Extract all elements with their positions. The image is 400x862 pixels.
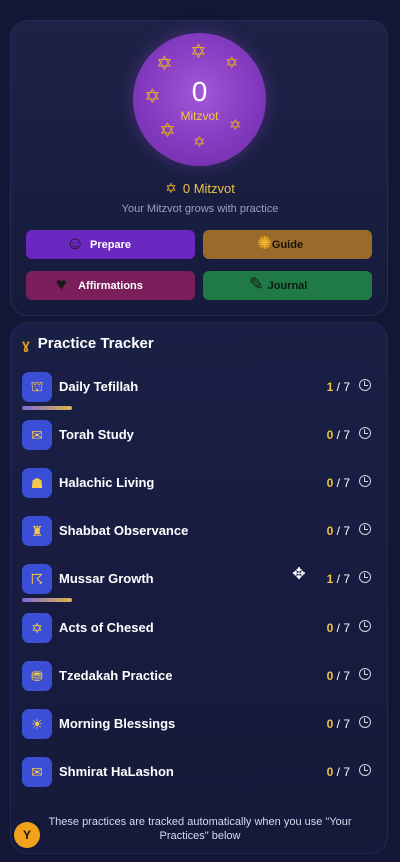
practice-total: / 7 [336, 621, 350, 635]
tracker-logo-icon: ɣ [22, 335, 30, 352]
history-clock-icon[interactable] [359, 379, 371, 391]
practice-row[interactable]: ⛫ Daily Tefillah 1 / 7 [22, 370, 378, 410]
mitzvot-count: 0 [191, 76, 208, 107]
mitzvot-summary: ✡ 0 Mitzvot [165, 180, 235, 196]
practice-name: Daily Tefillah [59, 379, 139, 394]
prepare-button[interactable]: ☺ Prepare [26, 230, 195, 259]
practice-count: 0 / 7 [327, 669, 350, 683]
practice-name: Acts of Chesed [59, 620, 154, 635]
practice-total: / 7 [336, 717, 350, 731]
practice-count: 0 / 7 [327, 428, 350, 442]
practice-done: 1 [326, 380, 334, 394]
mitzvot-label: Mitzvot [180, 109, 219, 123]
practice-count: 0 / 7 [327, 765, 350, 779]
practice-row[interactable]: ♜ Shabbat Observance 0 / 7 [22, 514, 378, 548]
practice-progress-bar [22, 598, 378, 602]
practice-progress-fill [22, 406, 72, 410]
move-cursor-icon: ✥ [292, 566, 306, 583]
practice-icon: ⛃ [22, 661, 52, 691]
practice-icon: ✉ [22, 420, 52, 450]
history-clock-icon[interactable] [359, 523, 371, 535]
star-of-david-icon: ✡ [193, 134, 206, 151]
star-of-david-icon: ✡ [225, 55, 239, 72]
practice-name: Tzedakah Practice [59, 668, 173, 683]
practice-done: 1 [326, 572, 334, 586]
practice-icon: ☀ [22, 709, 52, 739]
practice-done: 0 [326, 765, 334, 779]
practice-tracker-title: Practice Tracker [37, 335, 154, 352]
practice-tracker-header: ɣ Practice Tracker [22, 335, 154, 352]
history-clock-icon[interactable] [359, 668, 371, 680]
user-avatar[interactable]: Y [14, 822, 40, 848]
history-clock-icon[interactable] [359, 620, 371, 632]
practice-total: / 7 [336, 524, 350, 538]
history-clock-icon[interactable] [359, 571, 371, 583]
affirmations-button[interactable]: ♥ Affirmations [26, 271, 195, 300]
practice-count: 0 / 7 [327, 717, 350, 731]
history-clock-icon[interactable] [359, 475, 371, 487]
practice-total: / 7 [336, 572, 350, 586]
practice-done: 0 [326, 524, 334, 538]
practice-row[interactable]: ☗ Halachic Living 0 / 7 [22, 466, 378, 500]
practice-row[interactable]: ✉ Shmirat HaLashon 0 / 7 [22, 755, 378, 789]
practice-count: 0 / 7 [327, 524, 350, 538]
practice-total: / 7 [336, 669, 350, 683]
practice-total: / 7 [336, 476, 350, 490]
journal-button[interactable]: ✎ Journal [203, 271, 372, 300]
practice-row[interactable]: ⛃ Tzedakah Practice 0 / 7 [22, 659, 378, 693]
practice-icon: ⛫ [22, 372, 52, 402]
practice-name: Shmirat HaLashon [59, 764, 174, 779]
star-of-david-icon: ✡ [159, 120, 176, 142]
practice-progress-bar [22, 406, 378, 410]
practice-icon: ♜ [22, 516, 52, 546]
star-of-david-icon: ✡ [190, 41, 207, 63]
star-of-david-icon: ✡ [165, 180, 177, 196]
mitzvot-subtitle: Your Mitzvot grows with practice [121, 203, 279, 215]
practice-progress-fill [22, 598, 72, 602]
guide-button[interactable]: ✺ Guide [203, 230, 372, 259]
practice-name: Mussar Growth [59, 571, 154, 586]
history-clock-icon[interactable] [359, 716, 371, 728]
practice-name: Halachic Living [59, 475, 155, 490]
practice-count: 1 / 7 [327, 572, 350, 586]
practice-icon: ✉ [22, 757, 52, 787]
history-clock-icon[interactable] [359, 427, 371, 439]
affirmations-icon: ♥ [56, 274, 67, 294]
journal-icon: ✎ [249, 274, 265, 294]
practice-count: 0 / 7 [327, 621, 350, 635]
practice-total: / 7 [336, 428, 350, 442]
history-clock-icon[interactable] [359, 764, 371, 776]
practice-done: 0 [326, 717, 334, 731]
practice-row[interactable]: ☀ Morning Blessings 0 / 7 [22, 707, 378, 741]
guide-icon: ✺ [257, 233, 273, 253]
practice-done: 0 [326, 476, 334, 490]
practice-name: Shabbat Observance [59, 523, 189, 538]
practice-name: Torah Study [59, 427, 134, 442]
practice-done: 0 [326, 621, 334, 635]
practice-name: Morning Blessings [59, 716, 176, 731]
star-of-david-icon: ✡ [156, 53, 173, 75]
practice-row[interactable]: ☈ Mussar Growth 1 / 7 [22, 562, 378, 602]
practice-done: 0 [326, 428, 334, 442]
practice-row[interactable]: ✉ Torah Study 0 / 7 [22, 418, 378, 452]
practice-row[interactable]: ✡ Acts of Chesed 0 / 7 [22, 611, 378, 645]
practice-total: / 7 [336, 380, 350, 394]
practice-icon: ☈ [22, 564, 52, 594]
practice-count: 0 / 7 [327, 476, 350, 490]
practice-done: 0 [326, 669, 334, 683]
practice-count: 1 / 7 [327, 380, 350, 394]
mitzvot-orb[interactable]: ✡ ✡ ✡ ✡ ✡ ✡ ✡ 0 Mitzvot [133, 33, 266, 166]
tracker-footer-note: These practices are tracked automaticall… [48, 816, 352, 842]
practice-icon: ☗ [22, 468, 52, 498]
prepare-icon: ☺ [66, 233, 85, 253]
practice-total: / 7 [336, 765, 350, 779]
practice-icon: ✡ [22, 613, 52, 643]
